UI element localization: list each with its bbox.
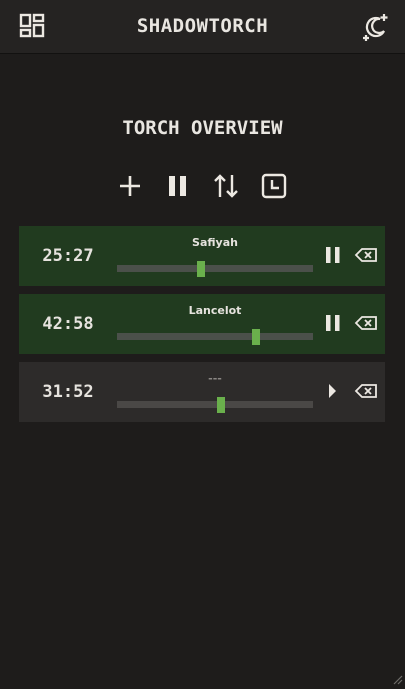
- resize-grip-icon[interactable]: [391, 670, 403, 685]
- add-torch-button[interactable]: [115, 171, 145, 201]
- play-button[interactable]: [323, 381, 343, 401]
- theme-toggle-icon[interactable]: [360, 11, 392, 43]
- torch-name: Lancelot: [188, 304, 242, 317]
- sort-icon: [214, 174, 238, 198]
- torch-time: 31:52: [42, 382, 94, 402]
- section-title: TORCH OVERVIEW: [122, 117, 283, 139]
- slider-thumb[interactable]: [252, 329, 261, 345]
- delete-button[interactable]: [354, 381, 378, 401]
- app-header: SHADOWTORCH: [0, 0, 405, 54]
- plus-icon: [120, 176, 140, 196]
- pause-icon: [326, 315, 340, 331]
- torch-slider[interactable]: [117, 329, 313, 345]
- torch-slider[interactable]: [117, 397, 313, 413]
- sort-button[interactable]: [211, 171, 241, 201]
- pause-all-button[interactable]: [163, 171, 193, 201]
- torch-card: 25:27 Safiyah: [19, 226, 385, 286]
- slider-thumb[interactable]: [197, 261, 206, 277]
- torch-card: 31:52 ---: [19, 362, 385, 422]
- pause-button[interactable]: [323, 313, 343, 333]
- torch-time: 42:58: [42, 314, 94, 334]
- torch-name: Safiyah: [192, 236, 238, 249]
- history-button[interactable]: [259, 171, 289, 201]
- delete-button[interactable]: [354, 313, 378, 333]
- app-title: SHADOWTORCH: [136, 15, 269, 37]
- delete-button[interactable]: [354, 245, 378, 265]
- pause-button[interactable]: [323, 245, 343, 265]
- slider-thumb[interactable]: [216, 397, 225, 413]
- toolbar: [0, 171, 405, 201]
- torch-name: ---: [208, 372, 222, 385]
- torch-time: 25:27: [42, 246, 94, 266]
- backspace-icon: [354, 316, 377, 330]
- torch-slider[interactable]: [117, 261, 313, 277]
- play-icon: [329, 384, 336, 398]
- backspace-icon: [354, 384, 377, 398]
- history-icon: [261, 173, 287, 199]
- torch-card: 42:58 Lancelot: [19, 294, 385, 354]
- backspace-icon: [354, 248, 377, 262]
- pause-all-icon: [169, 176, 186, 196]
- pause-icon: [326, 247, 340, 263]
